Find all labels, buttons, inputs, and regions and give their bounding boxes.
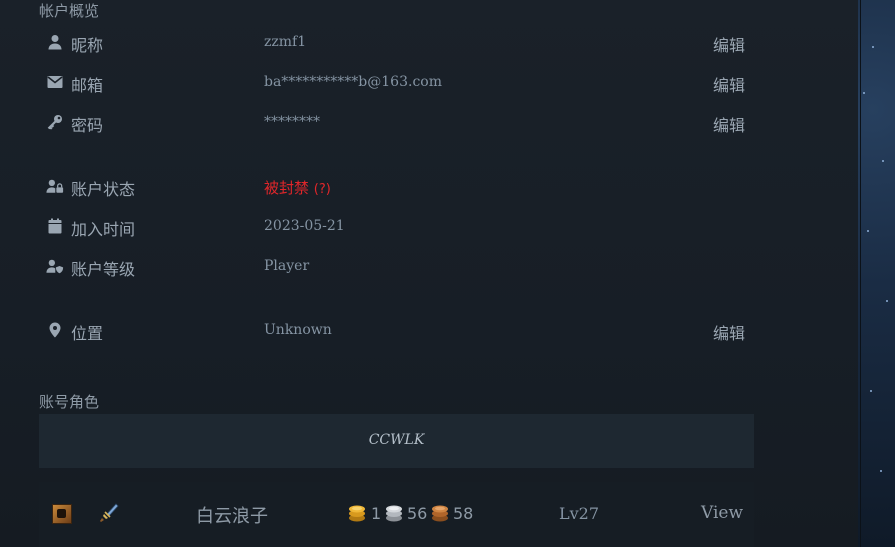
status-help-link[interactable]: (?): [314, 182, 331, 197]
class-icon: [99, 503, 119, 523]
race-icon: [52, 504, 72, 524]
join-date-row: 加入时间 2023-05-21: [0, 212, 858, 240]
edit-password-button[interactable]: 编辑: [713, 112, 745, 136]
password-value: ********: [264, 114, 320, 130]
calendar-icon: [46, 217, 64, 235]
account-status-row: 账户状态 被封禁 (?): [0, 172, 858, 200]
background-side-image: [858, 0, 895, 547]
location-row: 位置 Unknown 编辑: [0, 316, 858, 344]
copper-amount: 58: [453, 504, 474, 523]
location-label: 位置: [71, 324, 104, 343]
view-character-link[interactable]: View: [701, 503, 743, 523]
character-row[interactable]: 白云浪子 1 56 58 Lv27 View: [39, 482, 754, 547]
gold-coin-icon: [348, 503, 366, 523]
character-name: 白云浪子: [196, 506, 268, 527]
silver-coin-icon: [385, 503, 403, 523]
character-level: Lv27: [559, 504, 600, 523]
account-status-value: 被封禁 (?): [264, 177, 331, 198]
key-icon: [46, 113, 64, 131]
user-icon: [46, 33, 64, 51]
location-value: Unknown: [264, 322, 332, 338]
email-row: 邮箱 ba***********b@163.com 编辑: [0, 68, 858, 96]
realm-name: CCWLK: [368, 432, 425, 448]
user-lock-icon: [46, 177, 64, 195]
account-level-label: 账户等级: [71, 260, 136, 279]
user-shield-icon: [46, 257, 64, 275]
email-label: 邮箱: [71, 76, 104, 95]
account-level-value: Player: [264, 258, 310, 274]
copper-coin-icon: [431, 503, 449, 523]
nickname-value: zzmf1: [264, 34, 307, 50]
edit-email-button[interactable]: 编辑: [713, 72, 745, 96]
silver-amount: 56: [407, 504, 428, 523]
account-overview-title: 帐户概览: [39, 2, 100, 20]
realm-header: CCWLK: [39, 414, 754, 468]
envelope-icon: [46, 73, 64, 91]
characters-title: 账号角色: [39, 393, 100, 411]
account-panel: 帐户概览 昵称 zzmf1 编辑 邮箱 ba***********b@163.c…: [0, 0, 858, 547]
password-label: 密码: [71, 116, 104, 135]
banned-status-text: 被封禁: [264, 179, 310, 197]
password-row: 密码 ******** 编辑: [0, 108, 858, 136]
nickname-row: 昵称 zzmf1 编辑: [0, 28, 858, 56]
edit-nickname-button[interactable]: 编辑: [713, 32, 745, 56]
join-date-label: 加入时间: [71, 220, 136, 239]
account-status-label: 账户状态: [71, 180, 136, 199]
join-date-value: 2023-05-21: [264, 218, 345, 234]
edit-location-button[interactable]: 编辑: [713, 320, 745, 344]
email-value: ba***********b@163.com: [264, 74, 442, 90]
gold-amount: 1: [371, 504, 382, 523]
nickname-label: 昵称: [71, 36, 104, 55]
map-pin-icon: [46, 321, 64, 339]
account-level-row: 账户等级 Player: [0, 252, 858, 280]
